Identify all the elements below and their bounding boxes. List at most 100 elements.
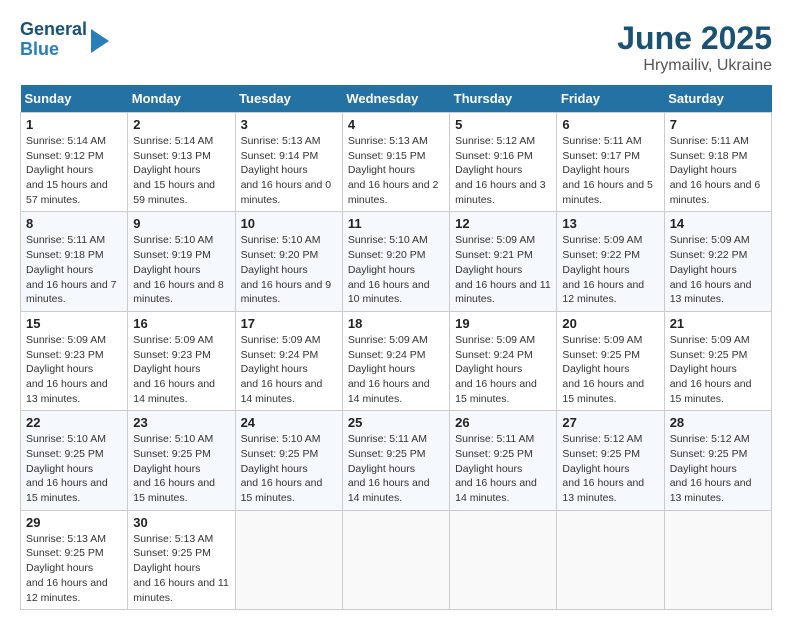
calendar-week-row: 8 Sunrise: 5:11 AMSunset: 9:18 PMDayligh… [21, 212, 772, 311]
day-detail: Sunrise: 5:10 AMSunset: 9:20 PMDaylight … [241, 234, 332, 305]
calendar-cell: 1 Sunrise: 5:14 AMSunset: 9:12 PMDayligh… [21, 113, 128, 212]
day-detail: Sunrise: 5:10 AMSunset: 9:25 PMDaylight … [26, 433, 108, 504]
day-number: 11 [348, 216, 444, 231]
day-number: 2 [133, 117, 229, 132]
day-number: 26 [455, 415, 551, 430]
day-number: 12 [455, 216, 551, 231]
day-number: 9 [133, 216, 229, 231]
calendar-cell: 3 Sunrise: 5:13 AMSunset: 9:14 PMDayligh… [235, 113, 342, 212]
calendar-cell [235, 510, 342, 609]
day-number: 24 [241, 415, 337, 430]
day-number: 27 [562, 415, 658, 430]
calendar-cell [342, 510, 449, 609]
day-detail: Sunrise: 5:14 AMSunset: 9:12 PMDaylight … [26, 135, 108, 206]
day-detail: Sunrise: 5:13 AMSunset: 9:15 PMDaylight … [348, 135, 439, 206]
day-number: 25 [348, 415, 444, 430]
calendar-week-row: 1 Sunrise: 5:14 AMSunset: 9:12 PMDayligh… [21, 113, 772, 212]
day-detail: Sunrise: 5:13 AMSunset: 9:25 PMDaylight … [133, 533, 229, 604]
day-number: 23 [133, 415, 229, 430]
day-number: 8 [26, 216, 122, 231]
day-detail: Sunrise: 5:09 AMSunset: 9:25 PMDaylight … [562, 334, 644, 405]
day-number: 1 [26, 117, 122, 132]
calendar-week-row: 29 Sunrise: 5:13 AMSunset: 9:25 PMDaylig… [21, 510, 772, 609]
day-detail: Sunrise: 5:09 AMSunset: 9:21 PMDaylight … [455, 234, 551, 305]
logo-text: GeneralBlue [20, 20, 87, 60]
day-detail: Sunrise: 5:11 AMSunset: 9:25 PMDaylight … [348, 433, 430, 504]
calendar-cell: 17 Sunrise: 5:09 AMSunset: 9:24 PMDaylig… [235, 311, 342, 410]
calendar-body: 1 Sunrise: 5:14 AMSunset: 9:12 PMDayligh… [21, 113, 772, 610]
calendar-cell: 15 Sunrise: 5:09 AMSunset: 9:23 PMDaylig… [21, 311, 128, 410]
day-detail: Sunrise: 5:09 AMSunset: 9:24 PMDaylight … [241, 334, 323, 405]
day-number: 14 [670, 216, 766, 231]
title-area: June 2025 Hrymailiv, Ukraine [617, 20, 772, 75]
day-number: 30 [133, 515, 229, 530]
day-number: 13 [562, 216, 658, 231]
day-number: 5 [455, 117, 551, 132]
day-number: 17 [241, 316, 337, 331]
calendar-table: SundayMondayTuesdayWednesdayThursdayFrid… [20, 85, 772, 610]
calendar-cell: 4 Sunrise: 5:13 AMSunset: 9:15 PMDayligh… [342, 113, 449, 212]
calendar-header-sunday: Sunday [21, 85, 128, 113]
calendar-cell: 16 Sunrise: 5:09 AMSunset: 9:23 PMDaylig… [128, 311, 235, 410]
day-detail: Sunrise: 5:12 AMSunset: 9:25 PMDaylight … [562, 433, 644, 504]
calendar-cell: 30 Sunrise: 5:13 AMSunset: 9:25 PMDaylig… [128, 510, 235, 609]
day-number: 16 [133, 316, 229, 331]
day-number: 6 [562, 117, 658, 132]
day-detail: Sunrise: 5:11 AMSunset: 9:25 PMDaylight … [455, 433, 537, 504]
calendar-cell: 26 Sunrise: 5:11 AMSunset: 9:25 PMDaylig… [450, 411, 557, 510]
calendar-cell: 29 Sunrise: 5:13 AMSunset: 9:25 PMDaylig… [21, 510, 128, 609]
calendar-cell: 27 Sunrise: 5:12 AMSunset: 9:25 PMDaylig… [557, 411, 664, 510]
header: GeneralBlue June 2025 Hrymailiv, Ukraine [20, 20, 772, 75]
calendar-cell: 22 Sunrise: 5:10 AMSunset: 9:25 PMDaylig… [21, 411, 128, 510]
day-detail: Sunrise: 5:09 AMSunset: 9:23 PMDaylight … [26, 334, 108, 405]
calendar-cell: 11 Sunrise: 5:10 AMSunset: 9:20 PMDaylig… [342, 212, 449, 311]
day-detail: Sunrise: 5:09 AMSunset: 9:22 PMDaylight … [562, 234, 644, 305]
calendar-header-row: SundayMondayTuesdayWednesdayThursdayFrid… [21, 85, 772, 113]
calendar-cell: 9 Sunrise: 5:10 AMSunset: 9:19 PMDayligh… [128, 212, 235, 311]
logo-arrow-icon [91, 29, 109, 53]
day-detail: Sunrise: 5:11 AMSunset: 9:18 PMDaylight … [670, 135, 761, 206]
calendar-cell: 6 Sunrise: 5:11 AMSunset: 9:17 PMDayligh… [557, 113, 664, 212]
calendar-header-wednesday: Wednesday [342, 85, 449, 113]
calendar-cell: 23 Sunrise: 5:10 AMSunset: 9:25 PMDaylig… [128, 411, 235, 510]
calendar-cell: 25 Sunrise: 5:11 AMSunset: 9:25 PMDaylig… [342, 411, 449, 510]
day-number: 29 [26, 515, 122, 530]
day-detail: Sunrise: 5:12 AMSunset: 9:16 PMDaylight … [455, 135, 546, 206]
day-detail: Sunrise: 5:09 AMSunset: 9:22 PMDaylight … [670, 234, 752, 305]
day-number: 7 [670, 117, 766, 132]
day-number: 19 [455, 316, 551, 331]
calendar-cell: 19 Sunrise: 5:09 AMSunset: 9:24 PMDaylig… [450, 311, 557, 410]
calendar-cell: 10 Sunrise: 5:10 AMSunset: 9:20 PMDaylig… [235, 212, 342, 311]
calendar-header-friday: Friday [557, 85, 664, 113]
day-detail: Sunrise: 5:13 AMSunset: 9:14 PMDaylight … [241, 135, 332, 206]
calendar-header-thursday: Thursday [450, 85, 557, 113]
day-detail: Sunrise: 5:09 AMSunset: 9:24 PMDaylight … [455, 334, 537, 405]
day-detail: Sunrise: 5:13 AMSunset: 9:25 PMDaylight … [26, 533, 108, 604]
calendar-cell: 12 Sunrise: 5:09 AMSunset: 9:21 PMDaylig… [450, 212, 557, 311]
day-detail: Sunrise: 5:10 AMSunset: 9:25 PMDaylight … [241, 433, 323, 504]
day-detail: Sunrise: 5:10 AMSunset: 9:20 PMDaylight … [348, 234, 430, 305]
location-subtitle: Hrymailiv, Ukraine [617, 57, 772, 75]
calendar-cell: 8 Sunrise: 5:11 AMSunset: 9:18 PMDayligh… [21, 212, 128, 311]
day-detail: Sunrise: 5:09 AMSunset: 9:23 PMDaylight … [133, 334, 215, 405]
calendar-cell: 5 Sunrise: 5:12 AMSunset: 9:16 PMDayligh… [450, 113, 557, 212]
month-title: June 2025 [617, 20, 772, 57]
calendar-cell: 18 Sunrise: 5:09 AMSunset: 9:24 PMDaylig… [342, 311, 449, 410]
calendar-cell [557, 510, 664, 609]
day-detail: Sunrise: 5:10 AMSunset: 9:25 PMDaylight … [133, 433, 215, 504]
day-detail: Sunrise: 5:09 AMSunset: 9:25 PMDaylight … [670, 334, 752, 405]
calendar-cell: 28 Sunrise: 5:12 AMSunset: 9:25 PMDaylig… [664, 411, 771, 510]
day-number: 22 [26, 415, 122, 430]
calendar-cell: 21 Sunrise: 5:09 AMSunset: 9:25 PMDaylig… [664, 311, 771, 410]
calendar-cell: 14 Sunrise: 5:09 AMSunset: 9:22 PMDaylig… [664, 212, 771, 311]
calendar-cell [450, 510, 557, 609]
day-number: 20 [562, 316, 658, 331]
calendar-cell: 7 Sunrise: 5:11 AMSunset: 9:18 PMDayligh… [664, 113, 771, 212]
logo: GeneralBlue [20, 20, 109, 60]
calendar-header-saturday: Saturday [664, 85, 771, 113]
day-number: 10 [241, 216, 337, 231]
day-detail: Sunrise: 5:12 AMSunset: 9:25 PMDaylight … [670, 433, 752, 504]
calendar-header-monday: Monday [128, 85, 235, 113]
day-detail: Sunrise: 5:11 AMSunset: 9:17 PMDaylight … [562, 135, 653, 206]
day-detail: Sunrise: 5:10 AMSunset: 9:19 PMDaylight … [133, 234, 224, 305]
